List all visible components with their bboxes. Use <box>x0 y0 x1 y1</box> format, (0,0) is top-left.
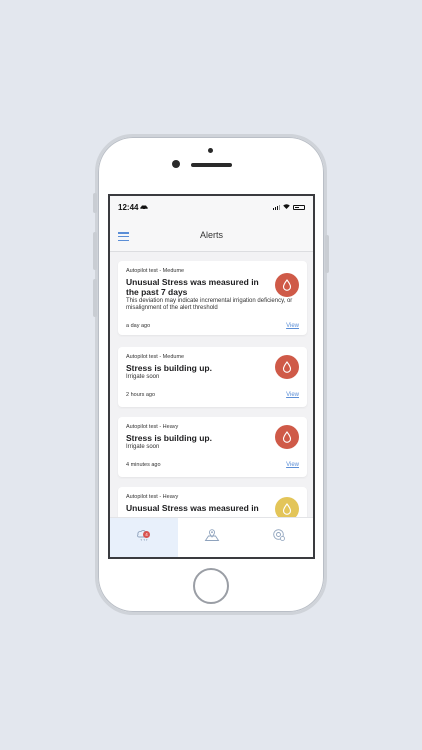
alert-card[interactable]: Autopilot test - Medume Unusual Stress w… <box>118 261 307 335</box>
water-drop-icon <box>275 355 299 379</box>
settings-icon <box>271 528 287 547</box>
sensor-dot <box>172 160 180 168</box>
status-icons <box>273 203 305 211</box>
alert-time: 4 minutes ago <box>126 462 161 468</box>
alert-card[interactable]: Autopilot test - Heavy Unusual Stress wa… <box>118 487 307 518</box>
alert-source: Autopilot test - Heavy <box>126 494 179 500</box>
view-link[interactable]: View <box>286 462 299 468</box>
phone-power-button <box>325 235 329 273</box>
alert-source: Autopilot test - Heavy <box>126 424 179 430</box>
tab-map[interactable] <box>178 518 246 557</box>
view-link[interactable]: View <box>286 323 299 329</box>
alert-time: a day ago <box>126 323 151 329</box>
page-title: Alerts <box>199 229 223 240</box>
view-link[interactable]: View <box>286 392 299 398</box>
phone-volume-up <box>93 232 97 270</box>
status-time-text: 12:44 <box>118 202 139 212</box>
water-drop-icon <box>275 425 299 449</box>
alert-source: Autopilot test - Medume <box>126 354 185 360</box>
water-drop-icon <box>275 273 299 297</box>
phone-volume-down <box>93 279 97 317</box>
map-icon <box>204 528 220 547</box>
alert-title: Stress is building up. <box>126 433 212 443</box>
car-icon <box>140 203 148 212</box>
alert-title: Stress is building up. <box>126 363 212 373</box>
app-screen: 12:44 Alerts Autopilot test - Medume Unu… <box>108 194 315 559</box>
alert-title: Unusual Stress was measured in <box>126 503 259 513</box>
wifi-icon <box>283 203 290 211</box>
tab-alerts[interactable]: 4 <box>110 518 178 557</box>
alert-card[interactable]: Autopilot test - Heavy Stress is buildin… <box>118 417 307 477</box>
battery-icon <box>293 204 305 210</box>
alert-time: 2 hours ago <box>126 392 156 398</box>
menu-icon[interactable] <box>118 232 129 241</box>
earpiece-speaker <box>191 163 232 167</box>
alert-source: Autopilot test - Medume <box>126 268 185 274</box>
alerts-list[interactable]: Autopilot test - Medume Unusual Stress w… <box>110 253 313 518</box>
alerts-count-badge: 4 <box>143 531 150 538</box>
alert-description: This deviation may indicate incremental … <box>126 298 293 311</box>
tab-bar: 4 <box>110 517 313 557</box>
tab-settings[interactable] <box>245 518 313 557</box>
status-time: 12:44 <box>118 203 148 212</box>
nav-bar: Alerts <box>110 218 313 252</box>
alert-description: Irrigate soon <box>126 444 160 450</box>
alert-card[interactable]: Autopilot test - Medume Stress is buildi… <box>118 347 307 407</box>
water-drop-icon <box>275 497 299 518</box>
alert-description: Irrigate soon <box>126 374 160 380</box>
phone-mute-switch <box>93 193 97 213</box>
front-camera <box>208 148 213 153</box>
home-button[interactable] <box>193 568 229 604</box>
status-bar: 12:44 <box>110 196 313 218</box>
alert-title: Unusual Stress was measured in the past … <box>126 277 259 297</box>
signal-icon <box>273 204 280 210</box>
